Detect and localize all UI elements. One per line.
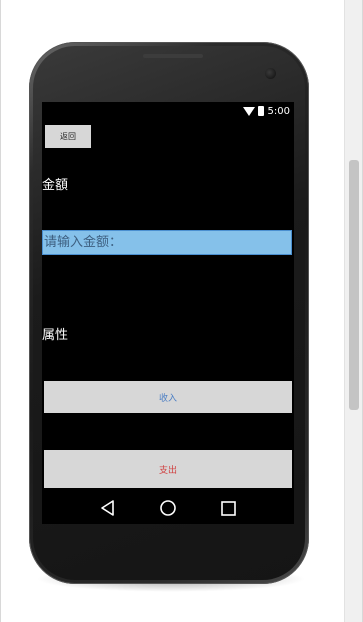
scrollbar-thumb[interactable] [349, 160, 359, 410]
navigation-bar [42, 492, 294, 524]
attribute-label: 属性 [42, 328, 69, 343]
status-time: 5:00 [267, 105, 290, 117]
device-screen: 5:00 返回 金額 属性 收入 支出 [42, 102, 294, 524]
status-bar: 5:00 [42, 102, 294, 120]
battery-icon [257, 106, 264, 116]
amount-input[interactable] [42, 230, 292, 255]
nav-home-icon[interactable] [157, 497, 179, 519]
wifi-icon [242, 106, 255, 116]
scrollbar[interactable] [344, 0, 363, 622]
amount-label: 金額 [42, 178, 69, 193]
nav-recents-icon[interactable] [217, 497, 239, 519]
speaker-grille [143, 54, 203, 58]
back-button[interactable]: 返回 [45, 125, 91, 148]
window-border-left [0, 0, 1, 622]
nav-back-icon[interactable] [97, 497, 119, 519]
expense-button[interactable]: 支出 [44, 450, 292, 488]
income-button[interactable]: 收入 [44, 381, 292, 413]
front-camera [265, 68, 276, 79]
